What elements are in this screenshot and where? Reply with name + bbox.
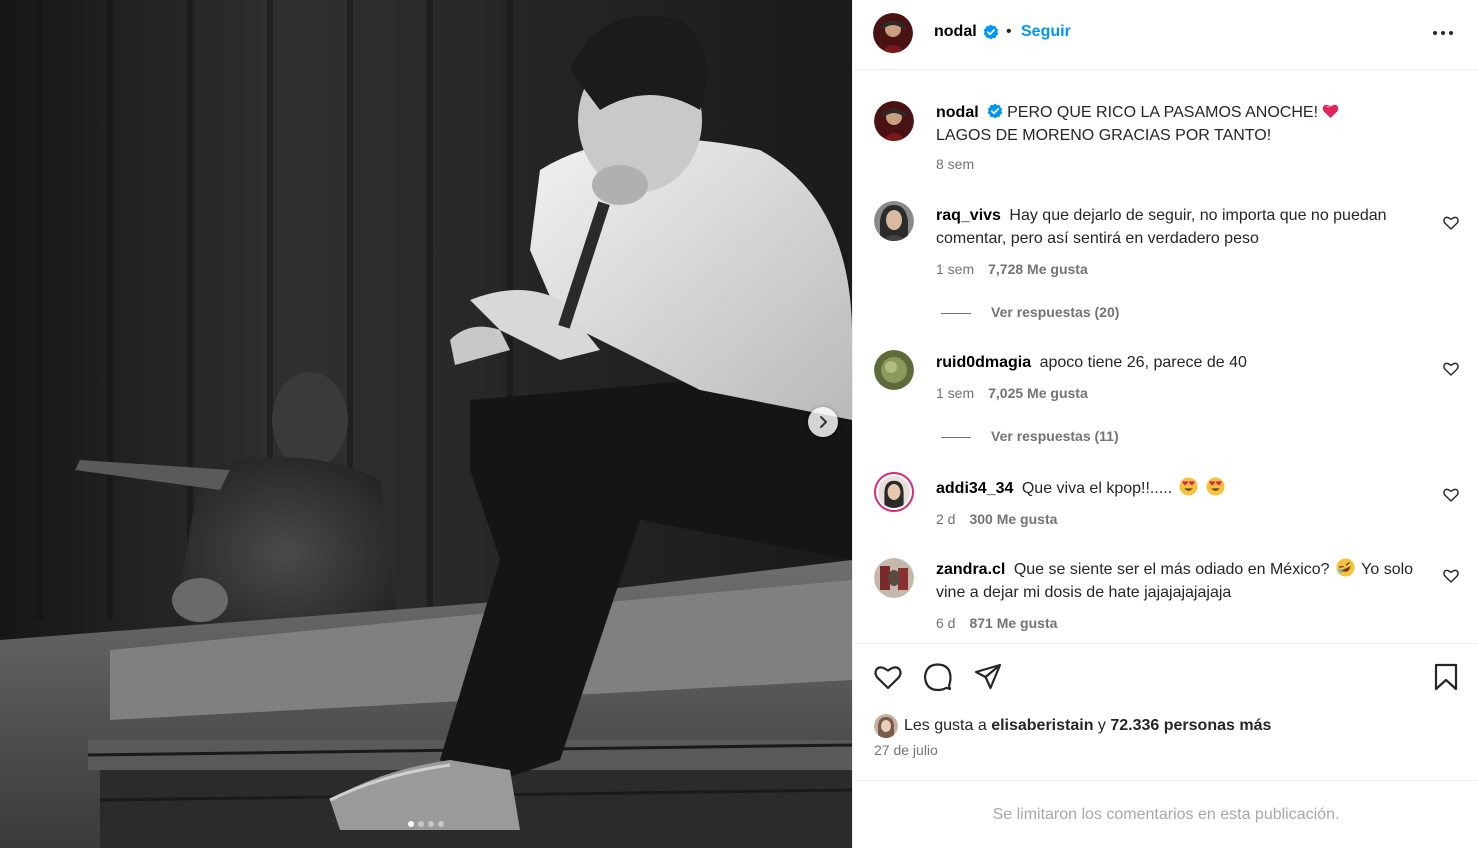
post-header: nodal • Seguir [853,0,1478,70]
caption-line-2: LAGOS DE MORENO GRACIAS POR TANTO! [936,127,1272,144]
commenter-username[interactable]: addi34_34 [936,480,1013,497]
comment-likes[interactable]: 7,025 Me gusta [988,385,1088,401]
verified-badge-icon [983,24,999,40]
carousel-indicator [0,821,852,827]
likes-connector: y [1097,717,1106,734]
heart-eyes-emoji-icon [1206,477,1225,496]
heart-icon[interactable] [1443,487,1459,503]
caption-username[interactable]: nodal [936,104,979,121]
comments-limited-text: Se limitaron los comentarios en esta pub… [992,805,1340,823]
commenter-avatar[interactable] [874,350,914,390]
comment-likes[interactable]: 871 Me gusta [969,615,1057,631]
follow-button[interactable]: Seguir [1021,23,1071,41]
comments-list[interactable]: nodal PERO QUE RICO LA PASAMOS ANOCHE! L… [853,71,1478,643]
commenter-avatar[interactable] [874,201,914,241]
view-replies-button[interactable]: Ver respuestas (20) [941,304,1119,320]
replies-divider [941,436,971,438]
comment-time[interactable]: 2 d [936,511,955,527]
comment-meta: 1 sem 7,025 Me gusta [936,385,1088,401]
rofl-emoji-icon [1336,558,1355,577]
likes-prefix: Les gusta a [904,717,987,734]
comment-meta: 6 d 871 Me gusta [936,615,1057,631]
heart-emoji-icon [1323,104,1339,118]
comment-text: raq_vivs Hay que dejarlo de seguir, no i… [936,204,1426,250]
heart-eyes-emoji-icon [1179,477,1198,496]
comment-body: Que viva el kpop!!..... [1021,480,1173,497]
caption-meta: 8 sem [936,156,974,172]
post-date[interactable]: 27 de julio [874,742,938,758]
comment-meta: 1 sem 7,728 Me gusta [936,261,1088,277]
carousel-dot [438,821,444,827]
share-icon[interactable] [973,662,1003,692]
likes-others[interactable]: 72.336 personas más [1110,717,1271,735]
replies-divider [941,312,971,314]
heart-icon[interactable] [1443,568,1459,584]
commenter-avatar[interactable] [874,558,914,598]
commenter-username[interactable]: raq_vivs [936,207,1001,224]
liker-username[interactable]: elisaberistain [991,717,1093,735]
comments-limited-notice: Se limitaron los comentarios en esta pub… [853,780,1478,848]
concert-photo [0,0,852,848]
heart-icon[interactable] [873,662,903,692]
post-actions: Les gusta a elisaberistain y 72.336 pers… [853,643,1478,780]
view-replies-label: Ver respuestas (20) [991,304,1120,320]
carousel-dot [408,821,414,827]
author-username[interactable]: nodal [934,23,977,41]
comment-text: zandra.cl Que se siente ser el más odiad… [936,558,1426,604]
commenter-username[interactable]: ruid0dmagia [936,354,1031,371]
bookmark-icon[interactable] [1431,662,1461,692]
comment-meta: 2 d 300 Me gusta [936,511,1057,527]
comment-body: Que se siente ser el más odiado en Méxic… [1013,561,1330,578]
comment-body: apoco tiene 26, parece de 40 [1039,354,1247,371]
likes-summary: Les gusta a elisaberistain y 72.336 pers… [874,714,1271,738]
author-avatar[interactable] [873,13,913,53]
comment-text: addi34_34 Que viva el kpop!!..... [936,477,1426,500]
comment-text: ruid0dmagia apoco tiene 26, parece de 40 [936,351,1426,374]
caption-line-1: PERO QUE RICO LA PASAMOS ANOCHE! [1007,104,1319,121]
header-separator: • [1006,23,1012,40]
view-replies-button[interactable]: Ver respuestas (11) [941,428,1119,444]
comment-icon[interactable] [923,662,953,692]
comment-body: Hay que dejarlo de seguir, no importa qu… [936,207,1387,247]
caption-time[interactable]: 8 sem [936,156,974,172]
carousel-dot [418,821,424,827]
view-replies-label: Ver respuestas (11) [991,428,1119,444]
author-avatar[interactable] [874,101,914,141]
heart-icon[interactable] [1443,215,1459,231]
liker-avatar[interactable] [874,714,898,738]
caption-text: nodal PERO QUE RICO LA PASAMOS ANOCHE! L… [936,101,1426,147]
chevron-right-icon [820,416,827,428]
comment-time[interactable]: 6 d [936,615,955,631]
commenter-avatar-story-ring[interactable] [874,472,914,512]
more-options-icon[interactable] [1431,24,1455,42]
comment-time[interactable]: 1 sem [936,385,974,401]
commenter-username[interactable]: zandra.cl [936,561,1005,578]
comment-likes[interactable]: 7,728 Me gusta [988,261,1088,277]
post-details-panel: nodal • Seguir nodal PERO QUE RICO LA PA… [852,0,1478,848]
comment-likes[interactable]: 300 Me gusta [969,511,1057,527]
comment-time[interactable]: 1 sem [936,261,974,277]
heart-icon[interactable] [1443,361,1459,377]
verified-badge-icon [987,103,1002,119]
post-media[interactable] [0,0,852,848]
next-image-button[interactable] [808,407,838,437]
carousel-dot [428,821,434,827]
